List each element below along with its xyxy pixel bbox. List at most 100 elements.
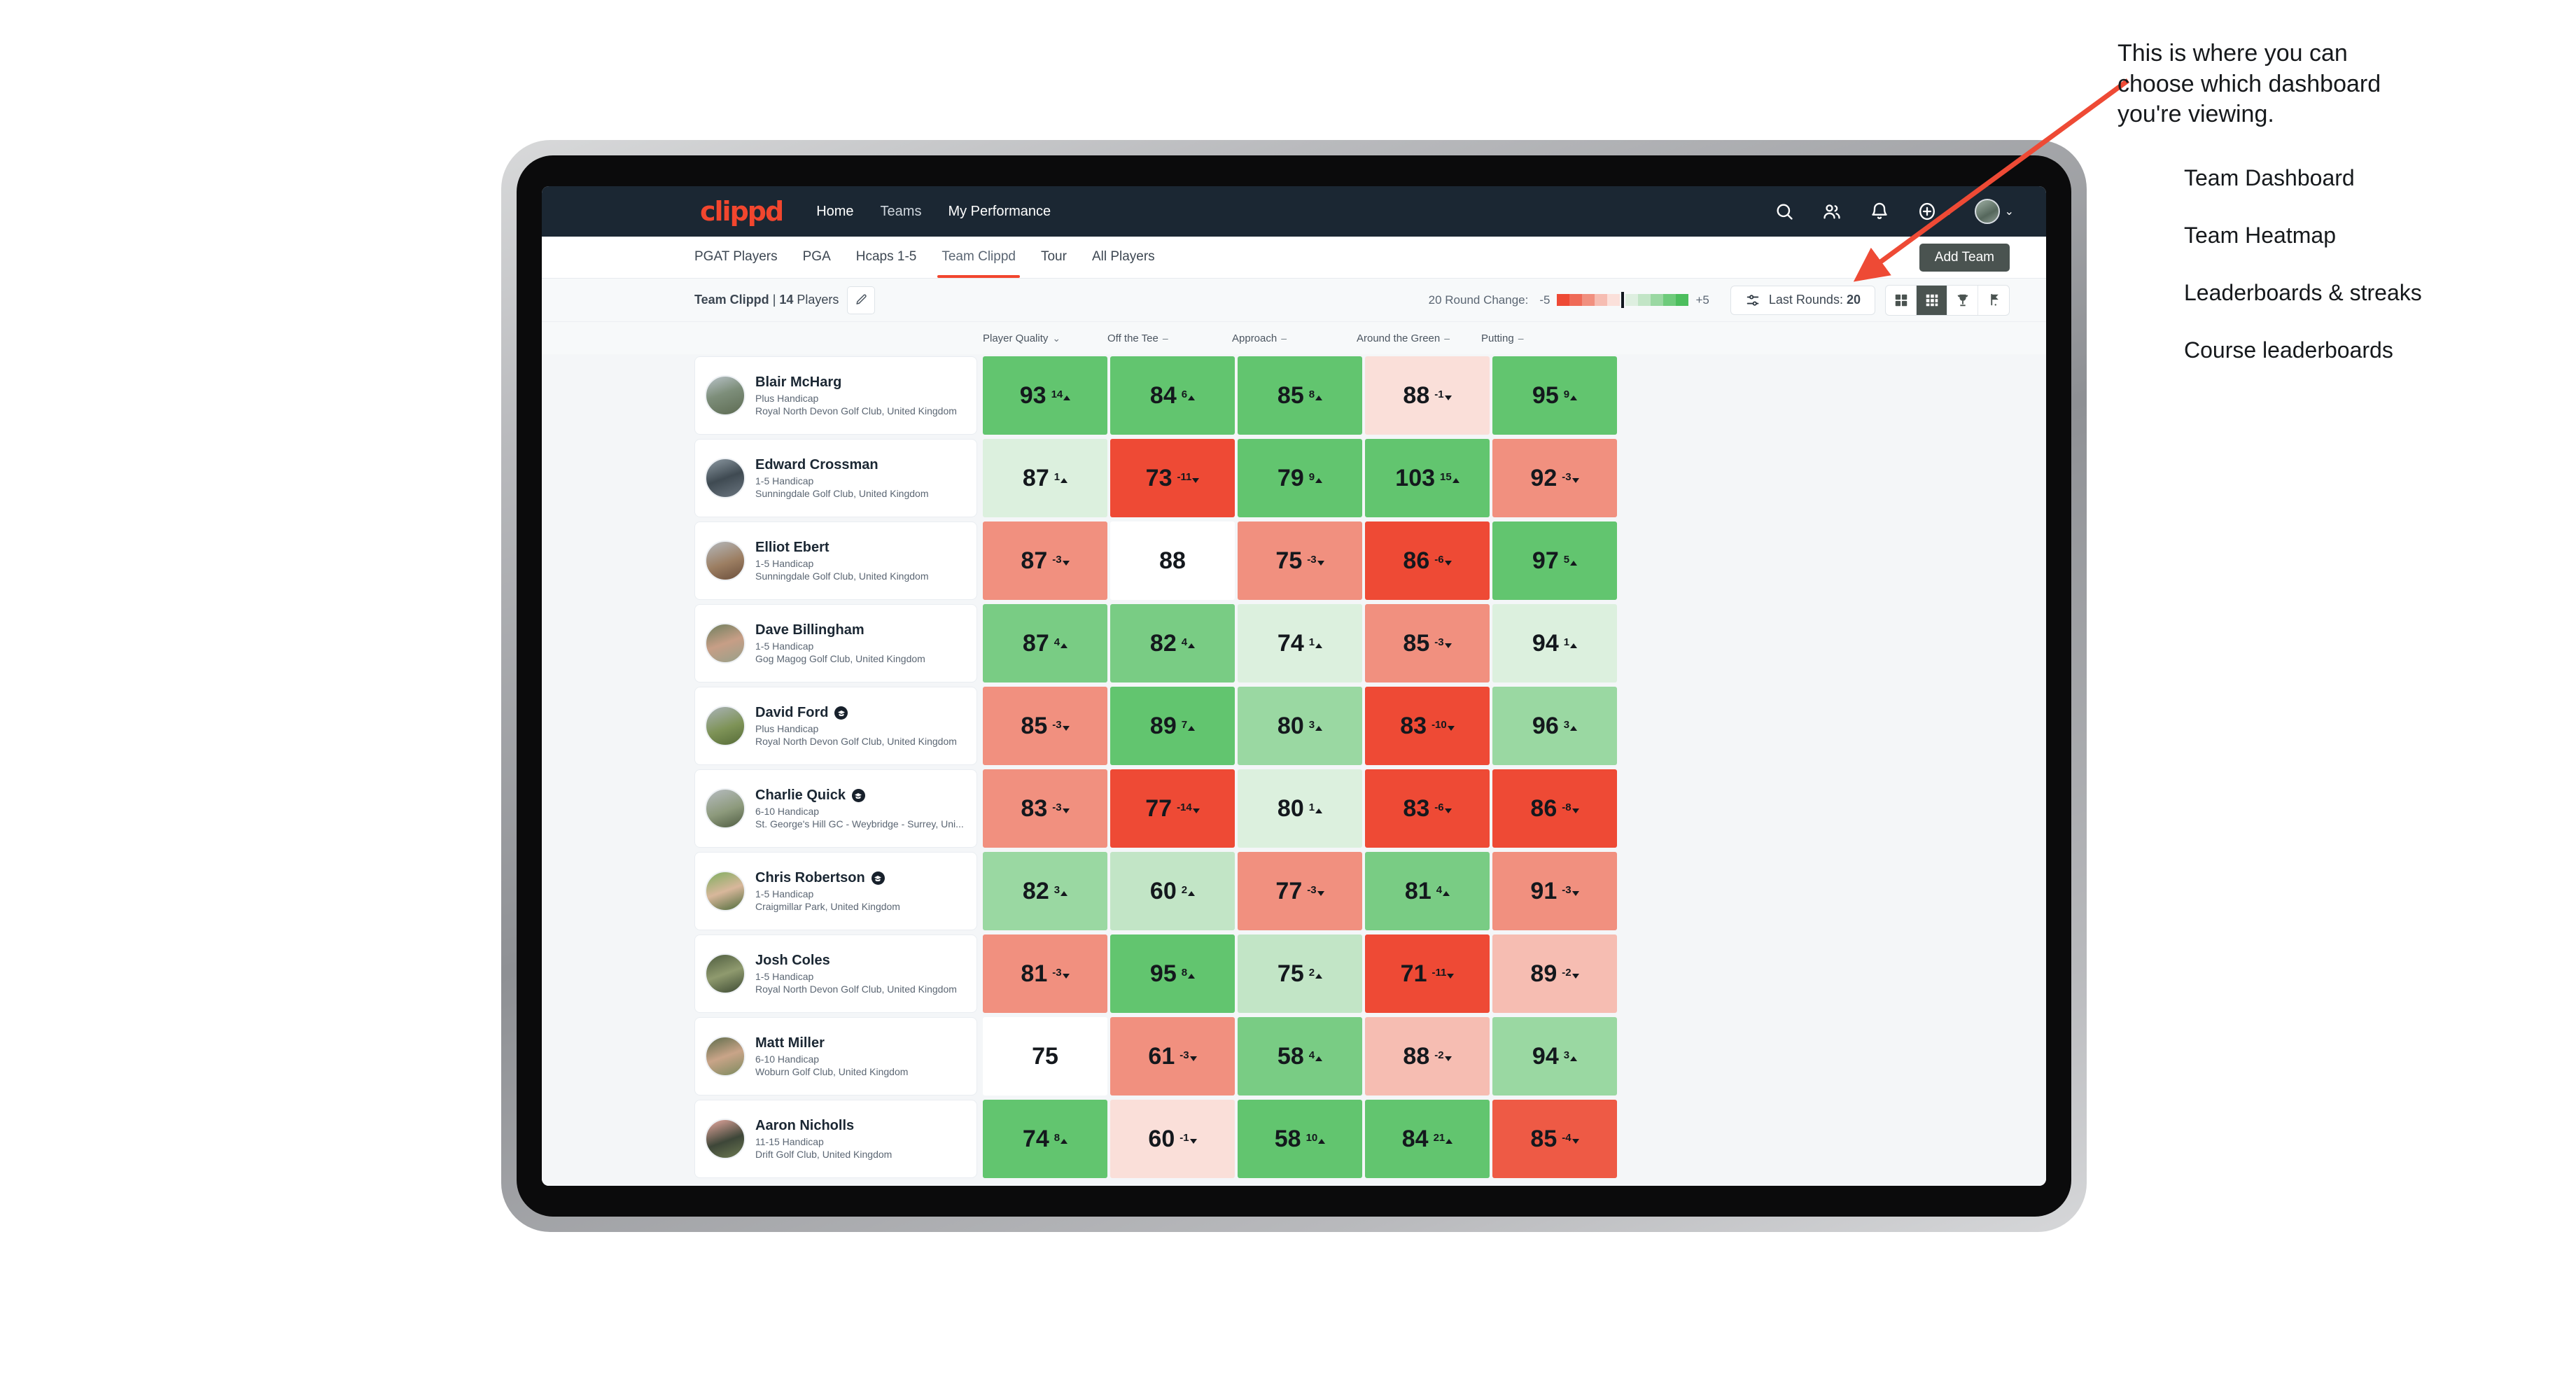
heatmap-cell[interactable]: 80 1	[1238, 769, 1362, 848]
player-card[interactable]: Elliot Ebert 1-5 Handicap Sunningdale Golf…	[694, 522, 977, 600]
heatmap-cell[interactable]: 71 -11	[1365, 934, 1490, 1013]
player-card[interactable]: Charlie Quick 6-10 Handicap St. George's H…	[694, 769, 977, 848]
column-header-putting[interactable]: Putting –	[1480, 332, 1604, 344]
heatmap-cell[interactable]: 85 -3	[983, 687, 1107, 765]
table-row[interactable]: Blair McHarg Plus Handicap Royal North Dev…	[542, 354, 2046, 437]
clippd-logo[interactable]: clippd	[700, 196, 784, 227]
column-header-off-the-tee[interactable]: Off the Tee –	[1106, 332, 1231, 344]
cell-delta-text: -1	[1180, 1132, 1189, 1144]
heatmap-cell[interactable]: 95 9	[1492, 356, 1617, 435]
heatmap-cell[interactable]: 94 3	[1492, 1017, 1617, 1096]
search-icon[interactable]	[1772, 200, 1796, 223]
heatmap-cell[interactable]: 96 3	[1492, 687, 1617, 765]
table-row[interactable]: Elliot Ebert 1-5 Handicap Sunningdale Golf…	[542, 519, 2046, 602]
tab-pgat-players[interactable]: PGAT Players	[694, 237, 778, 278]
heatmap-cell[interactable]: 82 4	[1110, 604, 1235, 682]
table-row[interactable]: Edward Crossman 1-5 Handicap Sunningdale G…	[542, 437, 2046, 519]
heatmap-cell[interactable]: 88	[1110, 522, 1235, 600]
heatmap-cell[interactable]: 73 -11	[1110, 439, 1235, 517]
heatmap-cell[interactable]: 60 2	[1110, 852, 1235, 930]
nav-link-my-performance[interactable]: My Performance	[948, 204, 1051, 220]
player-card[interactable]: Edward Crossman 1-5 Handicap Sunningdale G…	[694, 439, 977, 517]
heatmap-cell[interactable]: 89 -2	[1492, 934, 1617, 1013]
player-card[interactable]: Aaron Nicholls 11-15 Handicap Drift Golf C…	[694, 1100, 977, 1178]
heatmap-cell[interactable]: 84 21	[1365, 1100, 1490, 1178]
heatmap-cell[interactable]: 88 -2	[1365, 1017, 1490, 1096]
heatmap-cell[interactable]: 97 5	[1492, 522, 1617, 600]
heatmap-cell[interactable]: 83 -6	[1365, 769, 1490, 848]
heatmap-cell[interactable]: 86 -8	[1492, 769, 1617, 848]
heatmap-cell[interactable]: 85 8	[1238, 356, 1362, 435]
cell-delta-text: 8	[1054, 1132, 1060, 1144]
heatmap-cell[interactable]: 87 4	[983, 604, 1107, 682]
pencil-icon[interactable]	[847, 286, 876, 314]
table-row[interactable]: Dave Billingham 1-5 Handicap Gog Magog Gol…	[542, 602, 2046, 685]
player-club: Drift Golf Club, United Kingdom	[755, 1149, 892, 1160]
heatmap-cell[interactable]: 94 1	[1492, 604, 1617, 682]
tab-all-players[interactable]: All Players	[1092, 237, 1155, 278]
column-header-around-the-green[interactable]: Around the Green –	[1355, 332, 1480, 344]
heatmap-cell[interactable]: 87 1	[983, 439, 1107, 517]
heatmap-cell[interactable]: 77 -3	[1238, 852, 1362, 930]
heatmap-cell[interactable]: 85 -3	[1365, 604, 1490, 682]
heatmap-cell[interactable]: 75 -3	[1238, 522, 1362, 600]
heatmap-cell[interactable]: 74 1	[1238, 604, 1362, 682]
player-card[interactable]: Chris Robertson 1-5 Handicap Craigmillar P…	[694, 852, 977, 930]
table-row[interactable]: Chris Robertson 1-5 Handicap Craigmillar P…	[542, 850, 2046, 932]
cell-value: 84	[1401, 1126, 1429, 1152]
cell-delta: 1	[1564, 636, 1578, 650]
heatmap-cell[interactable]: 60 -1	[1110, 1100, 1235, 1178]
tab-pga[interactable]: PGA	[803, 237, 831, 278]
heatmap-cell[interactable]: 85 -4	[1492, 1100, 1617, 1178]
nav-link-home[interactable]: Home	[816, 204, 853, 220]
legend-label: 20 Round Change:	[1428, 293, 1529, 307]
heatmap-cell[interactable]: 95 8	[1110, 934, 1235, 1013]
heatmap-cell[interactable]: 80 3	[1238, 687, 1362, 765]
player-card[interactable]: David Ford Plus Handicap Royal North Devon…	[694, 687, 977, 765]
nav-link-teams[interactable]: Teams	[881, 204, 922, 220]
app-navbar: clippd Home Teams My Performance ⌄	[542, 186, 2046, 237]
heatmap-cell[interactable]: 58 4	[1238, 1017, 1362, 1096]
player-card[interactable]: Josh Coles 1-5 Handicap Royal North Devon …	[694, 934, 977, 1013]
column-header-player-quality[interactable]: Player Quality ⌄	[981, 332, 1106, 344]
table-row[interactable]: David Ford Plus Handicap Royal North Devon…	[542, 685, 2046, 767]
heatmap-cell[interactable]: 83 -10	[1365, 687, 1490, 765]
heatmap-cell[interactable]: 74 8	[983, 1100, 1107, 1178]
heatmap-cell[interactable]: 79 9	[1238, 439, 1362, 517]
column-header-approach[interactable]: Approach –	[1231, 332, 1355, 344]
col-label-player-quality: Player Quality	[983, 332, 1049, 344]
heatmap-cell[interactable]: 83 -3	[983, 769, 1107, 848]
heatmap-cell[interactable]: 88 -1	[1365, 356, 1490, 435]
table-row[interactable]: Charlie Quick 6-10 Handicap St. George's H…	[542, 767, 2046, 850]
player-card[interactable]: Dave Billingham 1-5 Handicap Gog Magog Gol…	[694, 604, 977, 682]
tab-team-clippd[interactable]: Team Clippd	[937, 237, 1020, 278]
cell-value: 94	[1532, 1043, 1559, 1070]
avatar	[705, 871, 746, 911]
heatmap-cell[interactable]: 81 4	[1365, 852, 1490, 930]
heatmap-cell[interactable]: 89 7	[1110, 687, 1235, 765]
heatmap-cell[interactable]: 103 15	[1365, 439, 1490, 517]
tab-tour[interactable]: Tour	[1041, 237, 1067, 278]
heatmap-cell[interactable]: 75 2	[1238, 934, 1362, 1013]
heatmap-cell[interactable]: 77 -14	[1110, 769, 1235, 848]
cell-delta: -3	[1562, 471, 1579, 485]
heatmap-cell[interactable]: 86 -6	[1365, 522, 1490, 600]
heatmap-cell[interactable]: 81 -3	[983, 934, 1107, 1013]
player-card[interactable]: Matt Miller 6-10 Handicap Woburn Golf Club…	[694, 1017, 977, 1096]
heatmap-cell[interactable]: 91 -3	[1492, 852, 1617, 930]
heatmap-cell[interactable]: 87 -3	[983, 522, 1107, 600]
table-row[interactable]: Aaron Nicholls 11-15 Handicap Drift Golf C…	[542, 1098, 2046, 1180]
heatmap-cell[interactable]: 84 6	[1110, 356, 1235, 435]
table-row[interactable]: Josh Coles 1-5 Handicap Royal North Devon …	[542, 932, 2046, 1015]
heatmap-cell[interactable]: 75	[983, 1017, 1107, 1096]
heatmap-cell[interactable]: 93 14	[983, 356, 1107, 435]
table-row[interactable]: Matt Miller 6-10 Handicap Woburn Golf Club…	[542, 1015, 2046, 1098]
heatmap-cell[interactable]: 92 -3	[1492, 439, 1617, 517]
tab-hcaps-1-5[interactable]: Hcaps 1-5	[856, 237, 917, 278]
player-card[interactable]: Blair McHarg Plus Handicap Royal North Dev…	[694, 356, 977, 435]
graduation-cap-icon	[871, 872, 885, 885]
heatmap-cell[interactable]: 82 3	[983, 852, 1107, 930]
legend-swatch	[1595, 294, 1608, 306]
heatmap-cell[interactable]: 61 -3	[1110, 1017, 1235, 1096]
heatmap-cell[interactable]: 58 10	[1238, 1100, 1362, 1178]
